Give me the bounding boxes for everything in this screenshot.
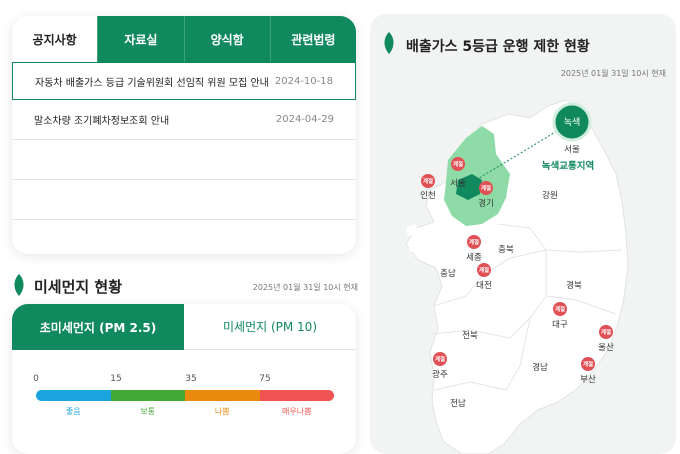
seasonal-badge-ulsan: 계절	[599, 325, 613, 339]
region-label-incheon: 인천	[420, 190, 436, 201]
seasonal-badge-seoul: 계절	[451, 157, 465, 171]
badge-text: 계절	[555, 305, 565, 313]
badge-text: 계절	[435, 355, 445, 363]
badge-text: 계절	[423, 177, 433, 185]
list-item[interactable]: 말소차량 조기폐차정보조회 안내 2024-04-29	[12, 100, 356, 140]
notice-title[interactable]: 자동차 배출가스 등급 기술위원회 선임직 위원 모집 안내	[35, 74, 269, 89]
notice-list: 자동차 배출가스 등급 기술위원회 선임직 위원 모집 안내 2024-10-1…	[12, 62, 356, 220]
scale-value: 15	[110, 374, 122, 384]
green-zone-label: 녹색교통지역	[542, 160, 594, 172]
seasonal-badge-gyeonggi: 계절	[479, 181, 493, 195]
notice-date: 2024-04-29	[275, 114, 334, 125]
scale-values: 0 15 35 75	[12, 374, 356, 388]
region-label-daejeon: 대전	[476, 280, 492, 291]
level-label: 보통	[140, 407, 156, 416]
empty-row	[12, 180, 356, 220]
dust-tabs: 초미세먼지 (PM 2.5) 미세먼지 (PM 10)	[12, 304, 356, 350]
green-badge-text: 녹색	[564, 117, 581, 128]
dust-scale-bar	[36, 390, 334, 401]
badge-text: 계절	[479, 266, 489, 274]
green-city-label: 서울	[564, 145, 580, 155]
region-label-gyeonggi: 경기	[478, 198, 494, 209]
notice-tabs: 공지사항 자료실 양식함 관련법령	[12, 16, 356, 62]
scale-value: 0	[33, 374, 39, 384]
tab-pm10[interactable]: 미세먼지 (PM 10)	[184, 304, 356, 350]
region-label-seoul: 서울	[450, 179, 466, 189]
region-label-gyeongnam: 경남	[532, 362, 548, 373]
badge-text: 계절	[469, 238, 479, 246]
scale-value: 75	[259, 374, 271, 384]
korea-map: 녹색 서울 녹색교통지역 계절 계절 계절 계절 계절 계절 계절 계절 계절 …	[405, 99, 629, 454]
region-label-sejong: 세종	[466, 253, 482, 263]
scale-very-bad-segment	[259, 390, 334, 401]
tab-forms[interactable]: 양식함	[183, 16, 270, 62]
region-label-daegu: 대구	[552, 320, 568, 330]
dust-timestamp: 2025년 01월 31일 10시 현재	[252, 283, 358, 292]
seasonal-badge-gwangju: 계절	[433, 352, 447, 366]
seasonal-badge-sejong: 계절	[467, 235, 481, 249]
tab-pm25[interactable]: 초미세먼지 (PM 2.5)	[12, 304, 184, 350]
restriction-map-card: 배출가스 5등급 운행 제한 현황 2025년 01월 31일 10시 현재 녹…	[370, 14, 676, 454]
dust-panel: 초미세먼지 (PM 2.5) 미세먼지 (PM 10) 0 15 35 75 좋…	[12, 304, 356, 454]
region-label-gyeongbuk: 경북	[566, 280, 582, 291]
scale-bad-segment	[185, 390, 260, 401]
badge-text: 계절	[601, 328, 611, 336]
list-item[interactable]: 자동차 배출가스 등급 기술위원회 선임직 위원 모집 안내 2024-10-1…	[12, 62, 356, 100]
region-label-jeonnam: 전남	[450, 398, 466, 409]
scale-value: 35	[185, 374, 197, 384]
region-label-gwangju: 광주	[432, 369, 448, 380]
seasonal-badge-incheon: 계절	[421, 174, 435, 188]
seasonal-badge-daegu: 계절	[553, 302, 567, 316]
dust-title: 미세먼지 현황	[34, 278, 123, 296]
notice-title[interactable]: 말소차량 조기폐차정보조회 안내	[34, 112, 169, 127]
level-label: 좋음	[65, 407, 81, 416]
region-label-ulsan: 울산	[598, 342, 614, 353]
badge-text: 계절	[481, 184, 491, 192]
badge-text: 계절	[453, 160, 463, 168]
badge-text: 계절	[583, 360, 593, 368]
tab-laws[interactable]: 관련법령	[269, 16, 356, 62]
dust-header: 미세먼지 현황 2025년 01월 31일 10시 현재	[12, 272, 358, 302]
region-label-jeonbuk: 전북	[462, 330, 478, 341]
notice-date: 2024-10-18	[274, 75, 333, 87]
region-label-busan: 부산	[580, 374, 596, 385]
leaf-icon	[14, 274, 24, 296]
level-label: 나쁨	[214, 407, 230, 416]
scale-labels: 좋음 보통 나쁨 매우나쁨	[36, 406, 334, 417]
region-label-chungbuk: 충북	[498, 245, 514, 255]
empty-row	[12, 140, 356, 180]
scale-good-segment	[36, 390, 111, 401]
level-label: 매우나쁨	[282, 407, 312, 416]
seasonal-badge-busan: 계절	[581, 357, 595, 371]
notice-board: 공지사항 자료실 양식함 관련법령 자동차 배출가스 등급 기술위원회 선임직 …	[12, 16, 356, 254]
tab-notice[interactable]: 공지사항	[12, 16, 98, 62]
scale-normal-segment	[110, 390, 185, 401]
region-label-gangwon: 강원	[542, 190, 558, 201]
seasonal-badge-daejeon: 계절	[477, 263, 491, 277]
region-label-chungnam: 충남	[440, 269, 456, 279]
tab-resources[interactable]: 자료실	[97, 16, 184, 62]
